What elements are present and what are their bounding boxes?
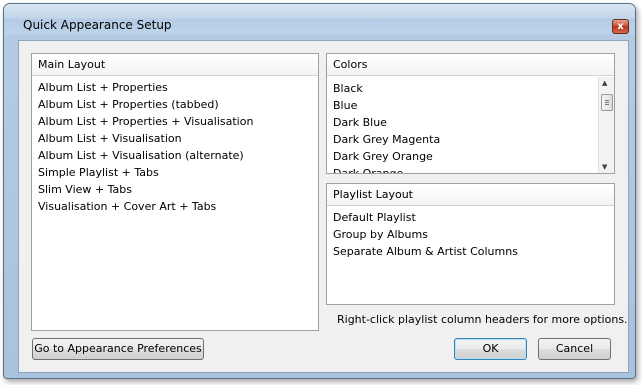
hint-text: Right-click playlist column headers for …	[337, 313, 628, 326]
list-item[interactable]: Blue	[327, 97, 598, 114]
list-item[interactable]: Black	[327, 80, 598, 97]
main-layout-list: Album List + Properties Album List + Pro…	[32, 76, 318, 215]
colors-list: Black Blue Dark Blue Dark Grey Magenta D…	[327, 77, 598, 173]
main-layout-panel: Main Layout Album List + Properties Albu…	[31, 53, 319, 331]
colors-scrollbar[interactable]: ▲ ▼	[598, 77, 614, 173]
list-item[interactable]: Dark Orange	[327, 165, 598, 173]
list-item[interactable]: Dark Grey Orange	[327, 148, 598, 165]
list-item[interactable]: Default Playlist	[327, 209, 614, 226]
close-icon: x	[617, 21, 624, 32]
dialog-window: Quick Appearance Setup x Main Layout Alb…	[3, 3, 636, 379]
list-item[interactable]: Group by Albums	[327, 226, 614, 243]
list-item[interactable]: Album List + Visualisation	[32, 130, 318, 147]
list-item[interactable]: Visualisation + Cover Art + Tabs	[32, 198, 318, 215]
playlist-layout-panel: Playlist Layout Default Playlist Group b…	[326, 183, 615, 305]
colors-header: Colors	[327, 54, 614, 76]
dialog-body: Main Layout Album List + Properties Albu…	[18, 40, 629, 373]
close-button[interactable]: x	[612, 19, 629, 34]
window-title: Quick Appearance Setup	[23, 18, 172, 32]
playlist-layout-header: Playlist Layout	[327, 184, 614, 206]
list-item[interactable]: Dark Blue	[327, 114, 598, 131]
title-bar[interactable]: Quick Appearance Setup x	[4, 4, 635, 34]
list-item[interactable]: Slim View + Tabs	[32, 181, 318, 198]
scrollbar-thumb[interactable]	[601, 94, 613, 111]
cancel-button[interactable]: Cancel	[538, 338, 611, 360]
list-item[interactable]: Album List + Visualisation (alternate)	[32, 147, 318, 164]
list-item[interactable]: Album List + Properties + Visualisation	[32, 113, 318, 130]
main-layout-header: Main Layout	[32, 54, 318, 76]
scroll-down-icon[interactable]: ▼	[602, 163, 607, 171]
list-item[interactable]: Album List + Properties (tabbed)	[32, 96, 318, 113]
appearance-preferences-button[interactable]: Go to Appearance Preferences	[32, 338, 204, 360]
ok-button[interactable]: OK	[454, 338, 527, 360]
list-item[interactable]: Separate Album & Artist Columns	[327, 243, 614, 260]
list-item[interactable]: Dark Grey Magenta	[327, 131, 598, 148]
scroll-up-icon[interactable]: ▲	[602, 79, 607, 87]
playlist-layout-list: Default Playlist Group by Albums Separat…	[327, 206, 614, 260]
list-item[interactable]: Simple Playlist + Tabs	[32, 164, 318, 181]
list-item[interactable]: Album List + Properties	[32, 79, 318, 96]
colors-panel: Colors Black Blue Dark Blue Dark Grey Ma…	[326, 53, 615, 174]
